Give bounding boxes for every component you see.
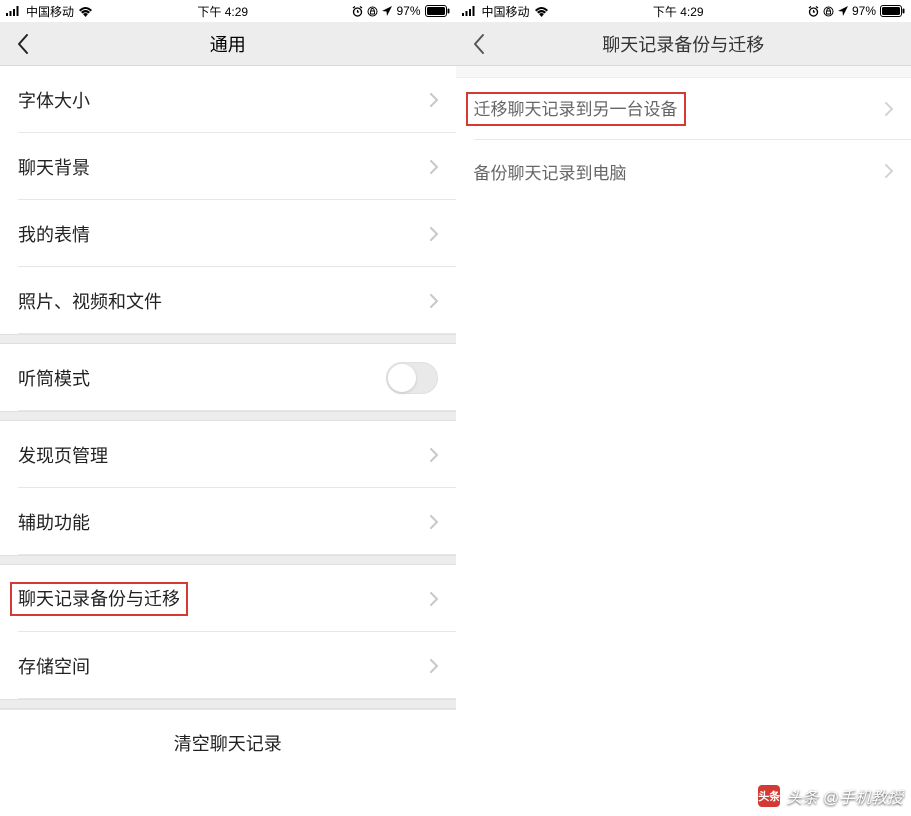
alarm-icon xyxy=(808,6,819,17)
chevron-right-icon xyxy=(885,164,893,178)
chevron-right-icon xyxy=(430,160,438,174)
signal-icon xyxy=(6,6,22,16)
cell-label: 听筒模式 xyxy=(18,365,90,391)
cell-label: 存储空间 xyxy=(18,653,90,679)
cell-chat-bg[interactable]: 聊天背景 xyxy=(0,133,456,200)
highlight-box: 聊天记录备份与迁移 xyxy=(10,582,188,616)
cell-chat-backup-migrate[interactable]: 聊天记录备份与迁移 xyxy=(0,565,456,632)
cell-stickers[interactable]: 我的表情 xyxy=(0,200,456,267)
battery-icon xyxy=(425,5,450,17)
cell-font-size[interactable]: 字体大小 xyxy=(0,66,456,133)
phone-general-settings: 中国移动 下午 4:29 97% 通用 xyxy=(0,0,456,816)
section-gap xyxy=(0,411,456,421)
cell-storage[interactable]: 存储空间 xyxy=(0,632,456,699)
wifi-icon xyxy=(534,6,549,17)
cell-label: 发现页管理 xyxy=(18,442,108,468)
location-icon xyxy=(382,6,392,16)
signal-icon xyxy=(462,6,478,16)
cell-clear-chat[interactable]: 清空聊天记录 xyxy=(0,709,456,776)
chevron-right-icon xyxy=(430,93,438,107)
status-time: 下午 4:29 xyxy=(197,3,248,20)
battery-label: 97% xyxy=(852,4,876,18)
chevron-right-icon xyxy=(430,659,438,673)
highlight-box: 迁移聊天记录到另一台设备 xyxy=(466,92,686,126)
phone-backup-migrate: 中国移动 下午 4:29 97% 聊天记录备份与迁移 xyxy=(456,0,911,816)
status-bar: 中国移动 下午 4:29 97% xyxy=(456,0,911,22)
wifi-icon xyxy=(78,6,93,17)
status-bar: 中国移动 下午 4:29 97% xyxy=(0,0,456,22)
settings-list: 字体大小 聊天背景 我的表情 照片、视频和文件 听筒模式 xyxy=(0,66,456,776)
toggle-switch[interactable] xyxy=(386,362,438,394)
chevron-left-icon xyxy=(17,33,29,55)
nav-title: 通用 xyxy=(0,31,456,57)
location-icon xyxy=(838,6,848,16)
cell-label: 我的表情 xyxy=(18,221,90,247)
watermark-text: 头条 @手机教授 xyxy=(786,784,903,808)
cell-label: 辅助功能 xyxy=(18,509,90,535)
cell-accessibility[interactable]: 辅助功能 xyxy=(0,488,456,555)
cell-media-files[interactable]: 照片、视频和文件 xyxy=(0,267,456,334)
section-gap xyxy=(456,66,911,78)
watermark-logo-icon: 头条 xyxy=(758,785,780,807)
cell-label: 迁移聊天记录到另一台设备 xyxy=(474,101,678,118)
chevron-right-icon xyxy=(430,294,438,308)
settings-list: 迁移聊天记录到另一台设备 备份聊天记录到电脑 xyxy=(456,66,911,806)
carrier-label: 中国移动 xyxy=(26,3,74,20)
battery-label: 97% xyxy=(396,4,420,18)
cell-label: 备份聊天记录到电脑 xyxy=(474,159,627,184)
cell-label: 聊天记录备份与迁移 xyxy=(18,590,180,608)
cell-label: 字体大小 xyxy=(18,87,90,113)
section-gap xyxy=(0,334,456,344)
nav-bar: 聊天记录备份与迁移 xyxy=(456,22,911,66)
chevron-left-icon xyxy=(473,33,485,55)
orientation-lock-icon xyxy=(367,6,378,17)
chevron-right-icon xyxy=(430,227,438,241)
chevron-right-icon xyxy=(430,448,438,462)
cell-label: 聊天背景 xyxy=(18,154,90,180)
back-button[interactable] xyxy=(8,29,38,59)
cell-label: 清空聊天记录 xyxy=(174,730,282,756)
status-time: 下午 4:29 xyxy=(653,3,704,20)
cell-earpiece-mode[interactable]: 听筒模式 xyxy=(0,344,456,411)
alarm-icon xyxy=(352,6,363,17)
section-gap xyxy=(0,555,456,565)
chevron-right-icon xyxy=(430,515,438,529)
cell-discover-manage[interactable]: 发现页管理 xyxy=(0,421,456,488)
carrier-label: 中国移动 xyxy=(482,3,530,20)
chevron-right-icon xyxy=(430,592,438,606)
chevron-right-icon xyxy=(885,102,893,116)
battery-icon xyxy=(880,5,905,17)
section-gap xyxy=(0,699,456,709)
watermark: 头条 头条 @手机教授 xyxy=(758,784,903,808)
nav-title: 聊天记录备份与迁移 xyxy=(456,31,911,57)
cell-backup-to-pc[interactable]: 备份聊天记录到电脑 xyxy=(456,140,911,202)
cell-migrate-to-device[interactable]: 迁移聊天记录到另一台设备 xyxy=(456,78,911,140)
cell-label: 照片、视频和文件 xyxy=(18,288,162,314)
nav-bar: 通用 xyxy=(0,22,456,66)
back-button[interactable] xyxy=(464,29,494,59)
orientation-lock-icon xyxy=(823,6,834,17)
